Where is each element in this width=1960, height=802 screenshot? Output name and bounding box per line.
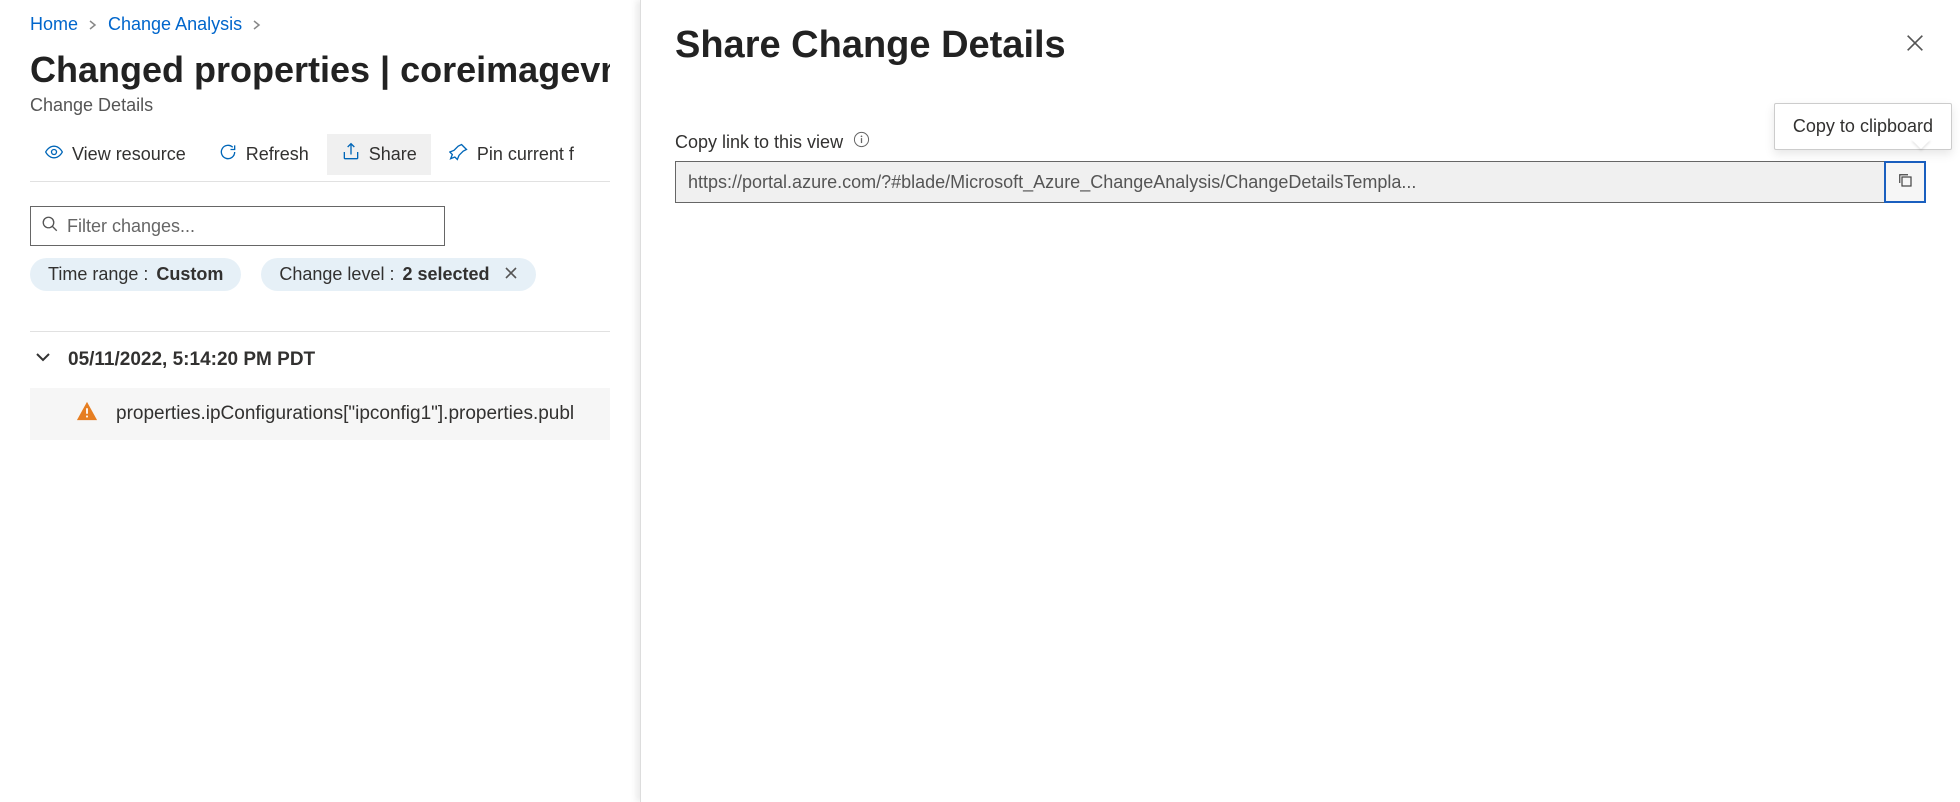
pill-label: Change level : xyxy=(279,264,394,285)
breadcrumb-item-change-analysis[interactable]: Change Analysis xyxy=(108,14,242,35)
pill-label: Time range : xyxy=(48,264,148,285)
group-timestamp: 05/11/2022, 5:14:20 PM PDT xyxy=(68,349,315,371)
toolbar: View resource Refresh Share Pin current … xyxy=(30,134,610,182)
copy-link-label: Copy link to this view xyxy=(675,131,1926,153)
change-level-pill[interactable]: Change level : 2 selected xyxy=(261,258,535,291)
changes-list: 05/11/2022, 5:14:20 PM PDT properties.ip… xyxy=(30,331,610,440)
share-panel: Share Change Details Copy link to this v… xyxy=(640,0,1960,802)
toolbar-label: Share xyxy=(369,144,417,165)
filter-input[interactable] xyxy=(67,216,434,237)
close-icon xyxy=(1904,39,1926,58)
pill-value: 2 selected xyxy=(402,264,489,285)
breadcrumb-item-home[interactable]: Home xyxy=(30,14,78,35)
chevron-right-icon xyxy=(252,17,262,33)
share-url-container: https://portal.azure.com/?#blade/Microso… xyxy=(675,161,1926,203)
share-icon xyxy=(341,142,361,167)
toolbar-label: Refresh xyxy=(246,144,309,165)
change-row[interactable]: properties.ipConfigurations["ipconfig1"]… xyxy=(30,388,610,440)
refresh-button[interactable]: Refresh xyxy=(204,134,323,175)
copy-tooltip: Copy to clipboard xyxy=(1774,103,1952,150)
eye-icon xyxy=(44,142,64,167)
toolbar-label: View resource xyxy=(72,144,186,165)
pill-value: Custom xyxy=(156,264,223,285)
share-url-input[interactable]: https://portal.azure.com/?#blade/Microso… xyxy=(675,161,1884,203)
page-title: Changed properties | coreimagevm xyxy=(30,49,610,91)
change-property-path: properties.ipConfigurations["ipconfig1"]… xyxy=(116,403,574,425)
close-panel-button[interactable] xyxy=(1904,32,1926,59)
toolbar-label: Pin current f xyxy=(477,144,574,165)
copy-icon xyxy=(1896,171,1914,194)
filter-input-container xyxy=(30,206,445,246)
search-icon xyxy=(41,215,59,238)
pin-button[interactable]: Pin current f xyxy=(435,134,588,175)
share-button[interactable]: Share xyxy=(327,134,431,175)
warning-icon xyxy=(76,400,98,428)
chevron-right-icon xyxy=(88,17,98,33)
field-label-text: Copy link to this view xyxy=(675,132,843,153)
breadcrumb: Home Change Analysis xyxy=(30,14,610,35)
copy-button[interactable] xyxy=(1884,161,1926,203)
close-icon[interactable] xyxy=(504,264,518,285)
info-icon[interactable] xyxy=(853,131,870,153)
chevron-down-icon xyxy=(34,348,52,372)
view-resource-button[interactable]: View resource xyxy=(30,134,200,175)
page-subtitle: Change Details xyxy=(30,95,610,116)
panel-title: Share Change Details xyxy=(675,24,1066,67)
refresh-icon xyxy=(218,142,238,167)
pin-icon xyxy=(449,142,469,167)
change-group-header[interactable]: 05/11/2022, 5:14:20 PM PDT xyxy=(30,332,610,388)
time-range-pill[interactable]: Time range : Custom xyxy=(30,258,241,291)
